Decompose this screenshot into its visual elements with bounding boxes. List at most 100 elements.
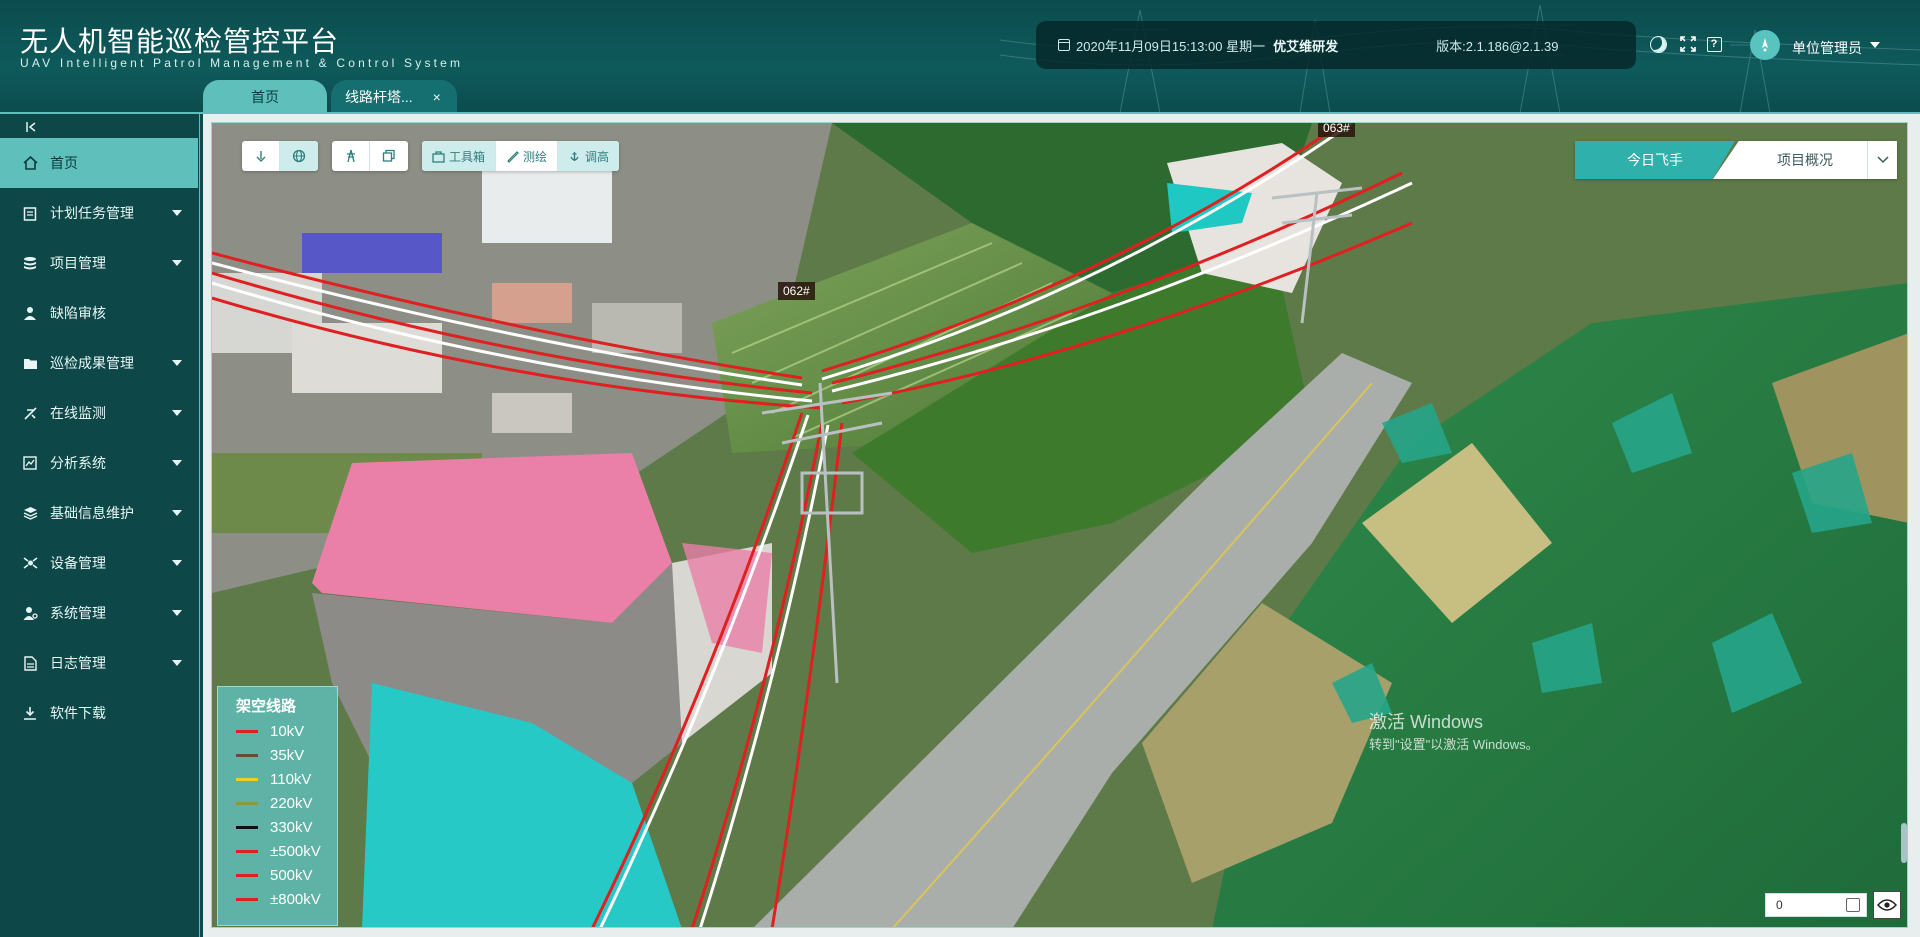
collapse-sidebar-icon[interactable] — [25, 120, 39, 134]
project-overview-tab[interactable]: 项目概况 — [1713, 141, 1897, 179]
legend-list: 10kV 35kV 110kV 220kV 330kV ±500kV 500kV ±800kV — [236, 719, 337, 911]
sidebar-item-9[interactable]: 系统管理 — [0, 588, 198, 638]
calendar-icon — [1058, 39, 1070, 51]
visibility-toggle-button[interactable] — [1873, 891, 1901, 919]
sidebar-item-5[interactable]: 在线监测 — [0, 388, 198, 438]
scroll-handle[interactable] — [1901, 823, 1907, 863]
chevron-down-icon — [172, 360, 182, 366]
app-title: 无人机智能巡检管控平台 — [20, 26, 340, 57]
adjust-height-label: 调高 — [585, 149, 610, 164]
legend-swatch — [236, 729, 258, 733]
legend-label: 10kV — [270, 722, 305, 740]
sidebar-menu: 首页 计划任务管理 项目管理缺陷审核巡检成果管理在线监测分析系统基础信息维护 设备管理… — [0, 138, 198, 738]
legend-swatch — [236, 777, 258, 781]
sidebar-item-label: 缺陷审核 — [50, 305, 106, 321]
chevron-down-icon[interactable] — [1867, 141, 1897, 179]
toolbox-label: 工具箱 — [449, 149, 486, 164]
folder-icon — [22, 355, 38, 371]
developer-text: 优艾维研发 — [1273, 38, 1339, 54]
tab-home[interactable]: 首页 — [203, 80, 327, 113]
measure-button[interactable]: 测绘 — [496, 141, 559, 171]
header-info-bar: 2020年11月09日15:13:00 星期一 优艾维研发 版本:2.1.186… — [1036, 21, 1636, 69]
fullscreen-icon[interactable] — [1678, 34, 1698, 54]
app-subtitle: UAV Intelligent Patrol Management & Cont… — [20, 56, 464, 70]
legend-item: ±800kV — [236, 887, 337, 911]
avatar[interactable] — [1750, 30, 1780, 60]
windows-watermark-subtitle: 转到"设置"以激活 Windows。 — [1369, 737, 1539, 752]
overhead-line-legend: 架空线路 10kV 35kV 110kV 220kV 330kV ±500kV 500kV ±… — [217, 686, 338, 926]
chevron-down-icon — [172, 660, 182, 666]
tower-label[interactable]: 062# — [778, 282, 815, 300]
3d-scene-viewport[interactable]: 062# 063# 工具箱 测绘 调高 今日飞手 项目概况 架空线路 10kV … — [211, 122, 1908, 928]
sidebar-item-6[interactable]: 分析系统 — [0, 438, 198, 488]
tower-button[interactable] — [332, 141, 370, 171]
sidebar-item-0[interactable]: 首页 — [0, 138, 198, 188]
toolbar-group-view — [242, 141, 318, 171]
measure-label: 测绘 — [523, 149, 548, 164]
sidebar-item-1[interactable]: 计划任务管理 — [0, 188, 198, 238]
coordinate-input[interactable]: 0 — [1765, 893, 1867, 917]
marker-icon — [256, 151, 265, 162]
toolbox-button[interactable]: 工具箱 — [422, 141, 497, 171]
legend-item: ±500kV — [236, 839, 337, 863]
today-pilots-tab[interactable]: 今日飞手 — [1575, 141, 1735, 179]
chevron-down-icon[interactable] — [1870, 42, 1880, 48]
sidebar-item-4[interactable]: 巡检成果管理 — [0, 338, 198, 388]
sidebar-item-3[interactable]: 缺陷审核 — [0, 288, 198, 338]
marker-button[interactable] — [242, 141, 280, 171]
user-name[interactable]: 单位管理员 — [1792, 38, 1862, 58]
datetime-text: 2020年11月09日15:13:00 星期一 — [1076, 38, 1266, 54]
toolbar-group-layers — [332, 141, 408, 171]
sidebar-item-label: 巡检成果管理 — [50, 355, 134, 371]
copy-icon — [382, 149, 395, 162]
user-gear-icon — [22, 605, 38, 621]
legend-item: 35kV — [236, 743, 337, 767]
legend-label: 500kV — [270, 866, 313, 884]
tab-bar: 首页 线路杆塔... × — [203, 80, 457, 113]
legend-item: 220kV — [236, 791, 337, 815]
home-icon — [22, 155, 38, 171]
sidebar-item-7[interactable]: 基础信息维护 — [0, 488, 198, 538]
legend-item: 330kV — [236, 815, 337, 839]
sidebar-item-label: 日志管理 — [50, 655, 106, 671]
tower-label[interactable]: 063# — [1318, 123, 1355, 137]
save-icon[interactable] — [1846, 898, 1860, 912]
legend-item: 110kV — [236, 767, 337, 791]
clipboard-icon — [22, 205, 38, 221]
legend-label: 330kV — [270, 818, 313, 836]
copy-button[interactable] — [370, 141, 408, 171]
sidebar-item-label: 分析系统 — [50, 455, 106, 471]
tower-icon — [346, 149, 355, 163]
help-icon[interactable]: ? — [1704, 34, 1724, 54]
today-pilots-label: 今日飞手 — [1627, 152, 1683, 168]
globe-button[interactable] — [280, 141, 318, 171]
sidebar-item-2[interactable]: 项目管理 — [0, 238, 198, 288]
close-icon[interactable]: × — [433, 89, 441, 105]
chevron-down-icon — [172, 610, 182, 616]
legend-label: 110kV — [270, 770, 312, 788]
moon-icon[interactable] — [1648, 34, 1668, 54]
chevron-down-icon — [172, 560, 182, 566]
drone-icon — [22, 405, 38, 421]
anchor-icon — [570, 151, 579, 161]
avatar-icon — [1762, 38, 1768, 52]
toolbar-group-tools: 工具箱 测绘 调高 — [422, 141, 620, 171]
sidebar-item-label: 系统管理 — [50, 605, 106, 621]
sidebar-item-11[interactable]: 软件下载 — [0, 688, 198, 738]
main-content: 062# 063# 工具箱 测绘 调高 今日飞手 项目概况 架空线路 10kV … — [203, 114, 1920, 937]
adjust-height-button[interactable]: 调高 — [558, 141, 620, 171]
sidebar-item-8[interactable]: 设备管理 — [0, 538, 198, 588]
map-toolbar: 工具箱 测绘 调高 — [242, 141, 620, 171]
panel-mode-switch: 今日飞手 项目概况 — [1575, 141, 1897, 179]
download-icon — [22, 705, 38, 721]
legend-swatch — [236, 873, 258, 877]
legend-item: 10kV — [236, 719, 337, 743]
tab-line-tower[interactable]: 线路杆塔... × — [331, 80, 457, 113]
app-header: 无人机智能巡检管控平台 UAV Intelligent Patrol Manag… — [0, 0, 1920, 113]
sidebar-item-label: 软件下载 — [50, 705, 106, 721]
globe-icon — [292, 149, 306, 163]
legend-swatch — [236, 897, 258, 901]
sidebar-item-10[interactable]: 日志管理 — [0, 638, 198, 688]
chevron-down-icon — [172, 460, 182, 466]
version-text: 版本:2.1.186@2.1.39 — [1436, 38, 1559, 54]
